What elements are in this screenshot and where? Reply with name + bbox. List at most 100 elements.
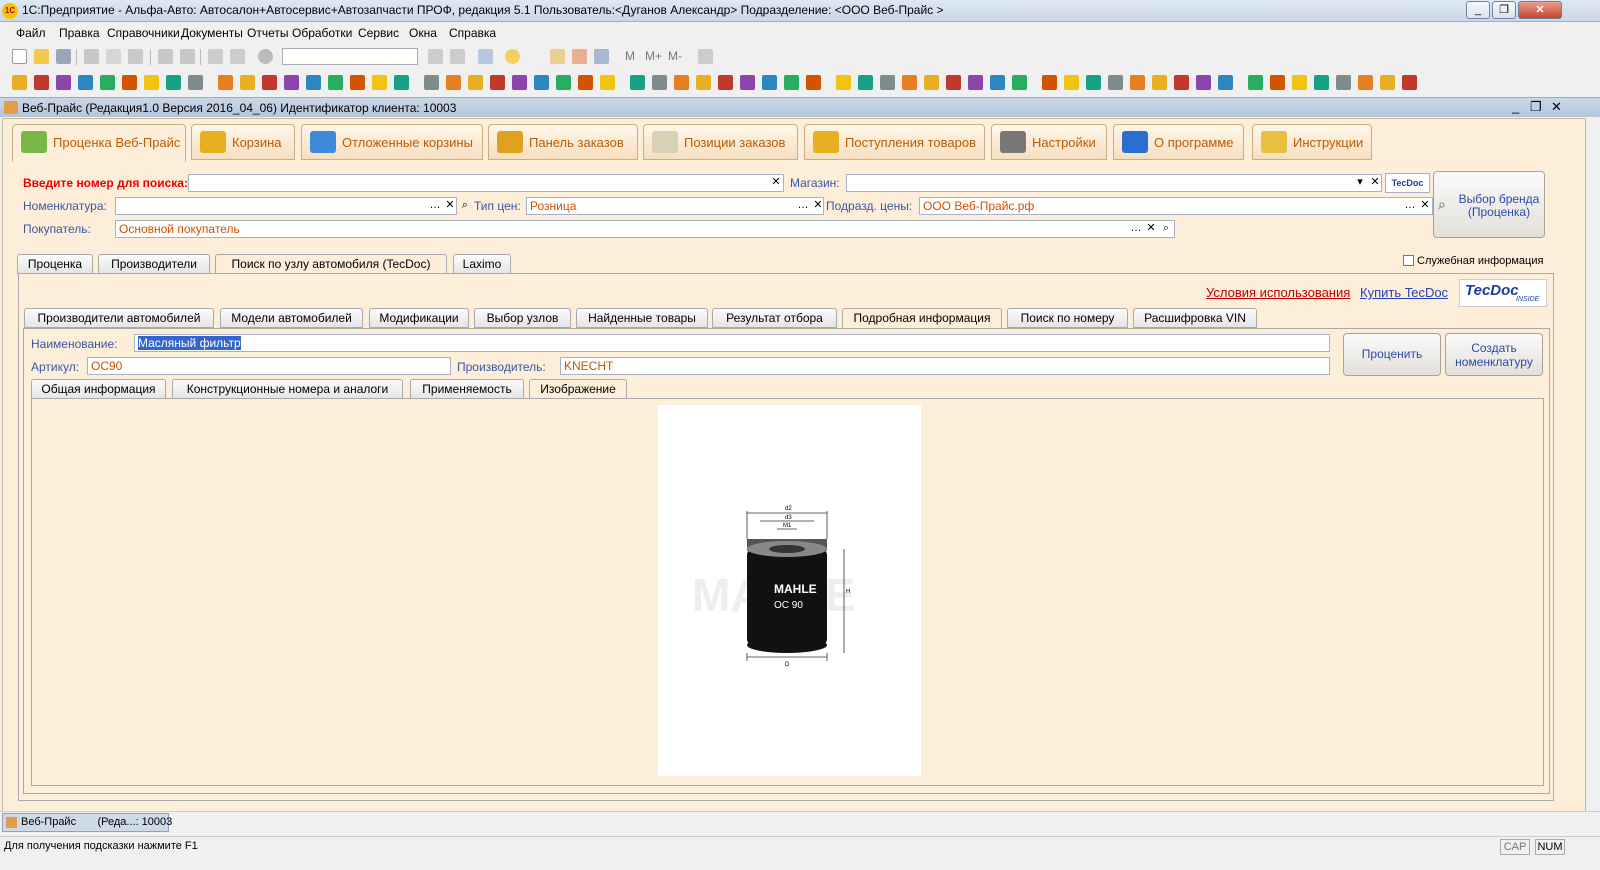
- tab-orders-panel[interactable]: Панель заказов: [488, 124, 638, 160]
- app-toolbar-icon[interactable]: [144, 75, 159, 90]
- app-toolbar-icon[interactable]: [512, 75, 527, 90]
- app-toolbar-icon[interactable]: [674, 75, 689, 90]
- app-toolbar-icon[interactable]: [306, 75, 321, 90]
- maker-input[interactable]: KNECHT: [560, 357, 1330, 375]
- app-toolbar-icon[interactable]: [1248, 75, 1263, 90]
- tab-goods-receipts[interactable]: Поступления товаров: [804, 124, 985, 160]
- tools-icon[interactable]: [698, 49, 713, 64]
- app-toolbar-icon[interactable]: [836, 75, 851, 90]
- app-toolbar-icon[interactable]: [600, 75, 615, 90]
- tecdoc-tab-car-makers[interactable]: Производители автомобилей: [24, 308, 214, 328]
- app-toolbar-icon[interactable]: [990, 75, 1005, 90]
- subtab-manufacturers[interactable]: Производители: [98, 254, 210, 274]
- tab-basket[interactable]: Корзина: [191, 124, 295, 160]
- app-toolbar-icon[interactable]: [1196, 75, 1211, 90]
- app-toolbar-icon[interactable]: [1064, 75, 1079, 90]
- tecdoc-tab-vin-decode[interactable]: Расшифровка VIN: [1133, 308, 1257, 328]
- menu-windows[interactable]: Окна: [409, 26, 437, 40]
- doc-close-button[interactable]: ✕: [1551, 99, 1562, 115]
- app-toolbar-icon[interactable]: [578, 75, 593, 90]
- product-name-input[interactable]: Масляный фильтр: [134, 334, 1330, 352]
- app-toolbar-icon[interactable]: [240, 75, 255, 90]
- subtab-laximo[interactable]: Laximo: [453, 254, 511, 274]
- app-toolbar-icon[interactable]: [556, 75, 571, 90]
- store-select[interactable]: [846, 174, 1382, 192]
- tecdoc-tab-modifications[interactable]: Модификации: [369, 308, 469, 328]
- undo-icon[interactable]: [208, 49, 223, 64]
- doc-restore-button[interactable]: ❐: [1530, 99, 1542, 115]
- app-toolbar-icon[interactable]: [1218, 75, 1233, 90]
- app-toolbar-icon[interactable]: [1108, 75, 1123, 90]
- copy-icon[interactable]: [106, 49, 121, 64]
- price-dept-clear-button[interactable]: ✕: [1418, 199, 1432, 213]
- taskbar-item-web-price[interactable]: Веб-Прайс (Реда...: 10003: [2, 813, 172, 832]
- price-check-button[interactable]: Проценить: [1343, 333, 1441, 376]
- app-toolbar-icon[interactable]: [166, 75, 181, 90]
- app-toolbar-icon[interactable]: [784, 75, 799, 90]
- app-toolbar-icon[interactable]: [1012, 75, 1027, 90]
- buyer-search-icon[interactable]: ⌕: [1159, 222, 1173, 236]
- menu-service[interactable]: Сервис: [358, 26, 399, 40]
- info-tab-applicability[interactable]: Применяемость: [410, 379, 524, 399]
- menu-documents[interactable]: Документы: [181, 26, 243, 40]
- memory-minus-button[interactable]: M-: [668, 49, 682, 63]
- app-toolbar-icon[interactable]: [56, 75, 71, 90]
- app-toolbar-icon[interactable]: [490, 75, 505, 90]
- buyer-clear-button[interactable]: ✕: [1144, 222, 1158, 236]
- print-preview-icon[interactable]: [180, 49, 195, 64]
- tab-order-items[interactable]: Позиции заказов: [643, 124, 798, 160]
- minimize-button[interactable]: _: [1466, 1, 1490, 19]
- create-nomenclature-button[interactable]: Создать номенклатуру: [1445, 333, 1543, 376]
- app-toolbar-icon[interactable]: [34, 75, 49, 90]
- app-toolbar-icon[interactable]: [1174, 75, 1189, 90]
- tab-instructions[interactable]: Инструкции: [1252, 124, 1372, 160]
- app-toolbar-icon[interactable]: [218, 75, 233, 90]
- price-dept-select-button[interactable]: …: [1403, 199, 1417, 213]
- app-toolbar-icon[interactable]: [1358, 75, 1373, 90]
- article-input[interactable]: OC90: [87, 357, 451, 375]
- app-toolbar-icon[interactable]: [806, 75, 821, 90]
- info-tab-image[interactable]: Изображение: [529, 379, 627, 399]
- app-toolbar-icon[interactable]: [446, 75, 461, 90]
- doc-minimize-button[interactable]: _: [1512, 99, 1519, 114]
- store-dropdown-button[interactable]: ▾: [1353, 176, 1367, 190]
- info-icon[interactable]: [505, 49, 520, 64]
- restore-button[interactable]: ❐: [1492, 1, 1516, 19]
- app-toolbar-icon[interactable]: [424, 75, 439, 90]
- tab-deferred-baskets[interactable]: Отложенные корзины: [301, 124, 483, 160]
- app-toolbar-icon[interactable]: [534, 75, 549, 90]
- app-toolbar-icon[interactable]: [188, 75, 203, 90]
- app-toolbar-icon[interactable]: [858, 75, 873, 90]
- windows-icon[interactable]: [478, 49, 493, 64]
- find-icon[interactable]: [258, 49, 273, 64]
- menu-reports[interactable]: Отчеты: [247, 26, 288, 40]
- nomenclature-search-icon[interactable]: ⌕: [458, 199, 472, 213]
- app-toolbar-icon[interactable]: [1402, 75, 1417, 90]
- tecdoc-tab-selection-result[interactable]: Результат отбора: [712, 308, 837, 328]
- buy-tecdoc-link[interactable]: Купить TecDoc: [1360, 285, 1448, 300]
- tecdoc-small-button[interactable]: TecDoc: [1385, 173, 1430, 193]
- users-icon[interactable]: [594, 49, 609, 64]
- menu-edit[interactable]: Правка: [59, 26, 100, 40]
- tab-price-web-price[interactable]: Проценка Веб-Прайс: [12, 124, 186, 162]
- new-document-icon[interactable]: [12, 49, 27, 64]
- menu-help[interactable]: Справка: [449, 26, 496, 40]
- app-toolbar-icon[interactable]: [696, 75, 711, 90]
- app-toolbar-icon[interactable]: [284, 75, 299, 90]
- app-toolbar-icon[interactable]: [12, 75, 27, 90]
- nomenclature-clear-button[interactable]: ✕: [443, 199, 457, 213]
- app-toolbar-icon[interactable]: [1380, 75, 1395, 90]
- app-toolbar-icon[interactable]: [946, 75, 961, 90]
- close-button[interactable]: ✕: [1518, 1, 1562, 19]
- nomenclature-input[interactable]: [115, 197, 457, 215]
- app-toolbar-icon[interactable]: [968, 75, 983, 90]
- clear-store-button[interactable]: ✕: [1368, 176, 1382, 190]
- paste-icon[interactable]: [128, 49, 143, 64]
- clear-search-button[interactable]: ✕: [769, 176, 783, 190]
- brand-select-button[interactable]: ⌕ Выбор бренда (Проценка): [1433, 171, 1545, 238]
- tab-about[interactable]: О программе: [1113, 124, 1244, 160]
- app-toolbar-icon[interactable]: [740, 75, 755, 90]
- app-toolbar-icon[interactable]: [1130, 75, 1145, 90]
- open-folder-icon[interactable]: [34, 49, 49, 64]
- tab-settings[interactable]: Настройки: [991, 124, 1107, 160]
